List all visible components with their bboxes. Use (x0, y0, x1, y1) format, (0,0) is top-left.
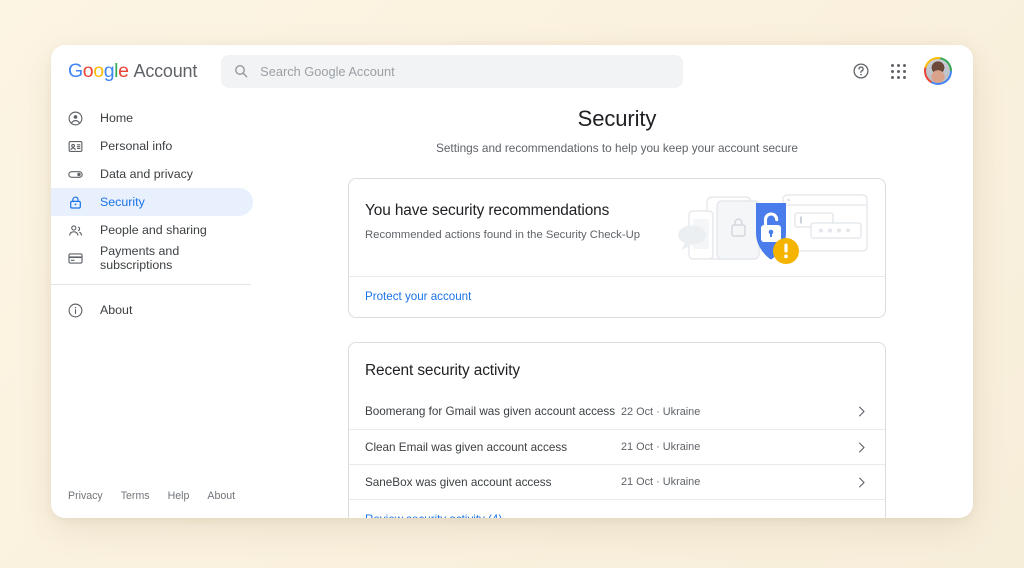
search-input[interactable] (260, 63, 672, 79)
logo-letter-g2: g (103, 59, 115, 82)
recommendations-card-body: You have security recommendations Recomm… (349, 179, 885, 276)
logo-letter-o2: o (93, 59, 104, 82)
page-title: Security (577, 106, 657, 131)
sidebar-divider (51, 284, 251, 285)
review-security-activity-link[interactable]: Review security activity (4) (349, 499, 885, 518)
lock-icon (67, 194, 84, 211)
sidebar-item-data-and-privacy[interactable]: Data and privacy (51, 160, 253, 188)
activity-label: Clean Email was given account access (365, 440, 568, 454)
recommendations-text-block: You have security recommendations Recomm… (365, 200, 640, 276)
toggle-icon (67, 166, 84, 183)
footer-link-privacy[interactable]: Privacy (68, 490, 103, 502)
sidebar-item-personal-info[interactable]: Personal info (51, 132, 253, 160)
activity-label: Boomerang for Gmail was given account ac… (365, 405, 616, 418)
id-card-icon (67, 138, 84, 155)
protect-your-account-link[interactable]: Protect your account (349, 276, 885, 317)
sidebar-item-label: Personal info (100, 139, 173, 153)
activity-meta: 21 Oct · Ukraine (621, 476, 701, 488)
sidebar-item-label: Payments and subscriptions (100, 244, 180, 272)
top-bar: Google Account (51, 45, 973, 97)
main-content: Security Settings and recommendations to… (261, 97, 973, 518)
security-devices-shield-lock-illustration (673, 185, 873, 277)
google-account-window: Google Account Search Google Account Hom… (51, 45, 973, 518)
activity-row[interactable]: SaneBox was given account access 21 Oct … (349, 464, 885, 499)
activity-meta: 21 Oct · Ukraine (621, 441, 701, 453)
window-body: Home Personal info Data and privacy Secu… (51, 97, 973, 518)
apps-grid-icon[interactable] (887, 60, 909, 82)
sidebar-item-about[interactable]: About (51, 296, 253, 324)
sidebar-nav-list: Home Personal info Data and privacy Secu… (51, 104, 261, 272)
sidebar-item-people-and-sharing[interactable]: People and sharing (51, 216, 253, 244)
people-icon (67, 222, 84, 239)
sidebar-item-label: Security (100, 195, 145, 209)
info-circle-icon (67, 302, 84, 319)
footer-link-about[interactable]: About (207, 490, 235, 502)
brand-logo[interactable]: Google Account (68, 60, 197, 83)
search-icon (233, 63, 249, 79)
sidebar-item-label: Data and privacy (100, 167, 193, 181)
sidebar-item-security[interactable]: Security (51, 188, 253, 216)
brand-product-name: Account (133, 60, 198, 81)
logo-letter-g1: G (68, 59, 83, 82)
activity-row[interactable]: Clean Email was given account access 21 … (349, 429, 885, 464)
footer-link-help[interactable]: Help (168, 490, 190, 502)
activity-list: Boomerang for Gmail was given account ac… (349, 394, 885, 499)
search-bar[interactable] (221, 54, 684, 88)
chevron-right-icon[interactable] (854, 475, 869, 490)
recommendations-title: You have security recommendations (365, 202, 610, 219)
sidebar-item-payments-and-subscriptions[interactable]: Payments and subscriptions (51, 244, 253, 272)
recent-security-activity-card: Recent security activity Boomerang for G… (348, 342, 886, 518)
help-circle-icon[interactable] (850, 60, 872, 82)
logo-letter-o1: o (82, 59, 94, 82)
chevron-right-icon[interactable] (854, 404, 869, 419)
activity-meta: 22 Oct · Ukraine (621, 405, 701, 418)
activity-row[interactable]: Boomerang for Gmail was given account ac… (349, 394, 885, 429)
page-subtitle: Settings and recommendations to help you… (436, 141, 798, 155)
recommendations-description: Recommended actions found in the Securit… (365, 229, 641, 241)
top-bar-actions (850, 57, 955, 85)
sidebar-footer-links: Privacy Terms Help About (51, 490, 261, 518)
google-wordmark: Google (68, 60, 129, 83)
sidebar-item-home[interactable]: Home (51, 104, 253, 132)
activity-label: SaneBox was given account access (365, 475, 552, 489)
sidebar-item-label: About (100, 303, 133, 317)
logo-letter-e: e (118, 59, 129, 82)
security-recommendations-card: You have security recommendations Recomm… (348, 178, 886, 318)
sidebar-item-label: Home (100, 111, 134, 125)
activity-card-title: Recent security activity (365, 362, 520, 379)
user-avatar[interactable] (924, 57, 952, 85)
sidebar-item-label: People and sharing (100, 223, 207, 237)
chevron-right-icon[interactable] (854, 440, 869, 455)
credit-card-icon (67, 250, 84, 267)
footer-link-terms[interactable]: Terms (121, 490, 150, 502)
sidebar: Home Personal info Data and privacy Secu… (51, 97, 261, 518)
page-header: Security Settings and recommendations to… (261, 106, 973, 155)
home-person-icon (67, 110, 84, 127)
